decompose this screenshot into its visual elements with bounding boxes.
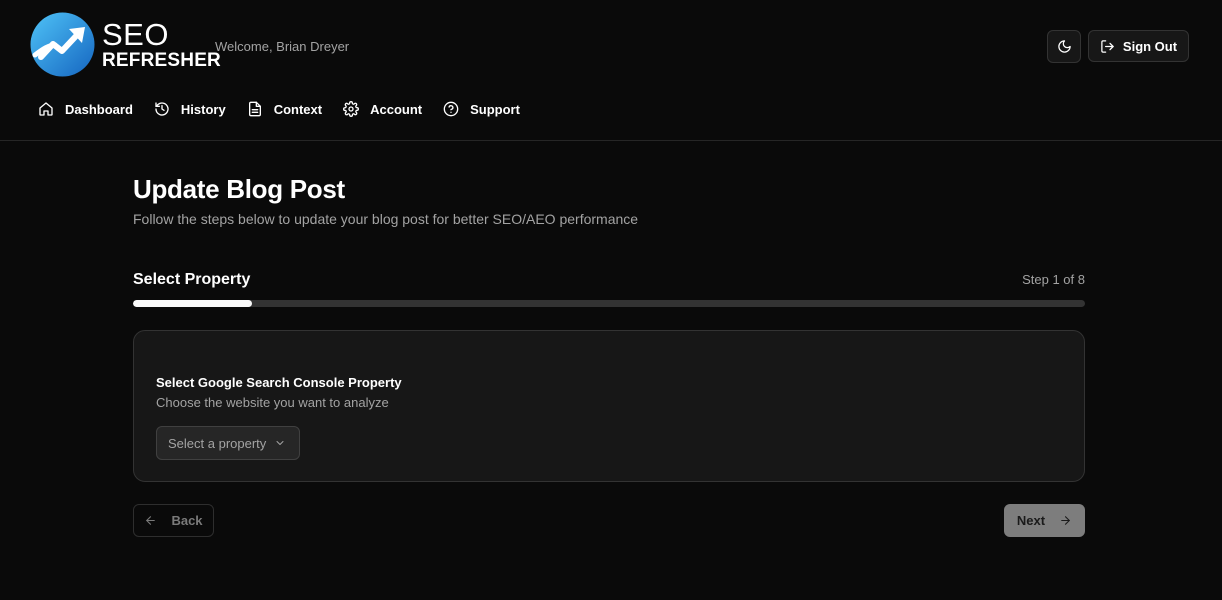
property-select-placeholder: Select a property bbox=[168, 435, 267, 451]
progress-fill bbox=[133, 300, 252, 307]
next-label: Next bbox=[1016, 513, 1046, 528]
step-title: Select Property bbox=[133, 271, 251, 288]
page-title: Update Blog Post bbox=[133, 174, 345, 204]
chevron-down-icon bbox=[276, 441, 284, 445]
home-icon bbox=[39, 102, 53, 116]
back-button[interactable]: Back bbox=[133, 504, 214, 537]
logo-text: SEO REFRESHER bbox=[102, 19, 221, 70]
log-out-icon bbox=[1101, 39, 1114, 53]
sign-out-button[interactable]: Sign Out bbox=[1088, 30, 1189, 62]
history-icon bbox=[155, 102, 169, 116]
next-button[interactable]: Next bbox=[1004, 504, 1085, 537]
nav-item-support[interactable]: Support bbox=[443, 101, 520, 117]
back-label: Back bbox=[171, 513, 203, 528]
help-circle-icon bbox=[443, 101, 459, 117]
main-nav: Dashboard History Context Account Suppor… bbox=[38, 101, 520, 117]
progress-bar bbox=[133, 300, 1085, 307]
step-counter: Step 1 of 8 bbox=[1022, 272, 1085, 287]
step-header: Select Property Step 1 of 8 bbox=[133, 271, 1085, 289]
app-header: SEO REFRESHER Welcome, Brian Dreyer Sign… bbox=[0, 0, 1222, 141]
nav-label-context: Context bbox=[273, 101, 323, 117]
main-content: Update Blog Post Follow the steps below … bbox=[133, 174, 1085, 537]
nav-label-account: Account bbox=[370, 101, 423, 117]
property-select[interactable]: Select a property bbox=[156, 426, 300, 460]
theme-toggle-button[interactable] bbox=[1047, 30, 1081, 63]
nav-item-context[interactable]: Context bbox=[247, 101, 322, 117]
page-subtitle: Follow the steps below to update your bl… bbox=[133, 211, 639, 227]
arrow-right-icon bbox=[1061, 516, 1070, 525]
arrow-left-icon bbox=[146, 516, 156, 525]
logo-trend-icon bbox=[30, 12, 95, 77]
logo-seo: SEO bbox=[102, 17, 169, 52]
nav-label-dashboard: Dashboard bbox=[65, 101, 133, 117]
nav-item-account[interactable]: Account bbox=[343, 101, 422, 117]
moon-icon bbox=[1057, 40, 1071, 53]
gear-icon bbox=[343, 101, 360, 117]
welcome-text: Welcome, Brian Dreyer bbox=[215, 39, 350, 54]
wizard-actions: Back Next bbox=[133, 504, 1085, 537]
nav-item-dashboard[interactable]: Dashboard bbox=[38, 101, 133, 117]
nav-label-support: Support bbox=[470, 101, 520, 117]
sign-out-label: Sign Out bbox=[1122, 38, 1178, 54]
card-title: Select Google Search Console Property bbox=[156, 375, 402, 390]
nav-item-history[interactable]: History bbox=[154, 101, 226, 117]
card-description: Choose the website you want to analyze bbox=[156, 395, 389, 410]
logo[interactable]: SEO REFRESHER bbox=[29, 11, 221, 78]
document-icon bbox=[248, 101, 261, 117]
property-card: Select Google Search Console Property Ch… bbox=[133, 330, 1085, 482]
nav-label-history: History bbox=[180, 101, 226, 117]
logo-refresher: REFRESHER bbox=[102, 50, 221, 71]
